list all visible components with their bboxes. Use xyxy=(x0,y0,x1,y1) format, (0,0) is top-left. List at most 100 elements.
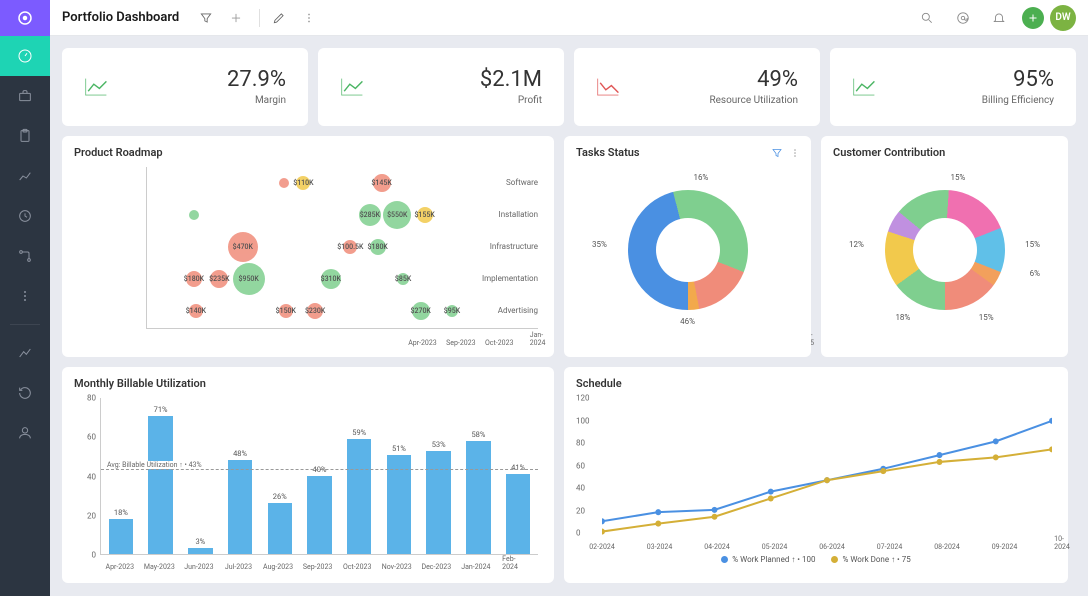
donut-label: 6% xyxy=(1030,269,1040,278)
sidebar-item-time[interactable] xyxy=(0,196,50,236)
workflow-icon xyxy=(17,248,33,264)
sidebar-item-projects[interactable] xyxy=(0,76,50,116)
bubble[interactable]: $180K xyxy=(186,271,202,287)
roadmap-y-label: Advertising xyxy=(468,306,538,315)
bubble[interactable]: $145K xyxy=(373,174,391,192)
filter-button[interactable] xyxy=(193,5,219,31)
donut-label: 46% xyxy=(680,317,695,326)
add-fab[interactable] xyxy=(1022,7,1044,29)
avg-label: Avg: Billable Utilization ↑ • 43% xyxy=(105,461,204,469)
bubble[interactable] xyxy=(279,178,289,188)
x-label: Feb-2024 xyxy=(502,555,529,571)
bar[interactable] xyxy=(426,451,450,554)
sidebar-item-users[interactable] xyxy=(0,413,50,453)
bubble[interactable]: $285K xyxy=(359,204,381,226)
notifications-button[interactable] xyxy=(986,5,1012,31)
bubble[interactable]: $550K xyxy=(383,201,411,229)
sidebar-item-history[interactable] xyxy=(0,373,50,413)
sidebar-item-reports[interactable] xyxy=(0,333,50,373)
donut-label: 15% xyxy=(979,313,994,322)
y-tick: 120 xyxy=(576,394,598,403)
kpi-value: 27.9% xyxy=(227,68,286,92)
bubble[interactable]: $310K xyxy=(321,269,341,289)
bar[interactable] xyxy=(307,476,331,554)
trend-icon xyxy=(17,345,33,361)
search-button[interactable] xyxy=(914,5,940,31)
data-point[interactable] xyxy=(937,452,943,458)
sidebar-item-analytics[interactable] xyxy=(0,156,50,196)
bar-value-label: 41% xyxy=(511,463,525,472)
sidebar-item-more[interactable] xyxy=(0,276,50,316)
sparkline-icon xyxy=(340,76,368,98)
user-avatar[interactable]: DW xyxy=(1050,5,1076,31)
sidebar-item-dashboard[interactable] xyxy=(0,36,50,76)
bubble[interactable]: $950K xyxy=(233,263,265,295)
bubble[interactable]: $100.5K xyxy=(343,240,357,254)
bar[interactable] xyxy=(506,474,530,554)
bar[interactable] xyxy=(228,460,252,554)
product-roadmap-card: Product Roadmap $145K$110K$285K$550K$155… xyxy=(62,136,554,357)
chart-icon xyxy=(17,168,33,184)
data-point[interactable] xyxy=(712,507,718,513)
data-point[interactable] xyxy=(1049,446,1052,452)
bar[interactable] xyxy=(109,519,133,554)
kpi-card[interactable]: 49%Resource Utilization xyxy=(574,48,820,126)
header-more-button[interactable] xyxy=(296,5,322,31)
roadmap-x-label: Jan-2024 xyxy=(530,331,546,347)
data-point[interactable] xyxy=(768,495,774,501)
kpi-card[interactable]: 95%Billing Efficiency xyxy=(830,48,1076,126)
bar[interactable] xyxy=(268,503,292,554)
bar[interactable] xyxy=(466,441,490,554)
data-point[interactable] xyxy=(712,514,718,520)
bubble[interactable] xyxy=(189,210,199,220)
sidebar-item-clipboard[interactable] xyxy=(0,116,50,156)
app-logo[interactable] xyxy=(0,0,50,36)
data-point[interactable] xyxy=(655,509,661,515)
x-label: Jun-2023 xyxy=(184,563,213,571)
bubble[interactable]: $110K xyxy=(296,176,310,190)
schedule-legend: % Work Planned ↑ • 100% Work Done ↑ • 75 xyxy=(576,555,1056,564)
history-icon xyxy=(17,385,33,401)
kpi-card[interactable]: 27.9%Margin xyxy=(62,48,308,126)
legend-item: % Work Done ↑ • 75 xyxy=(831,555,910,564)
bubble[interactable]: $270K xyxy=(412,302,430,320)
bubble[interactable]: $230K xyxy=(307,303,323,319)
bubble[interactable]: $155K xyxy=(417,207,433,223)
bar[interactable] xyxy=(347,439,371,554)
roadmap-x-label: Oct-2023 xyxy=(485,339,513,347)
bubble[interactable]: $180K xyxy=(370,239,386,255)
data-point[interactable] xyxy=(602,529,605,535)
data-point[interactable] xyxy=(655,521,661,527)
data-point[interactable] xyxy=(1049,418,1052,424)
kpi-value: $2.1M xyxy=(480,68,542,92)
customer-contribution-card: Customer Contribution 15%15%6%15%18%12% xyxy=(821,136,1068,357)
bubble[interactable]: $85K xyxy=(397,273,409,285)
data-point[interactable] xyxy=(824,477,830,483)
filter-icon[interactable] xyxy=(771,144,783,163)
x-label: 04-2024 xyxy=(704,543,730,551)
data-point[interactable] xyxy=(993,454,999,460)
data-point[interactable] xyxy=(993,438,999,444)
edit-button[interactable] xyxy=(266,5,292,31)
kpi-card[interactable]: $2.1MProfit xyxy=(318,48,564,126)
sidebar-item-workflow[interactable] xyxy=(0,236,50,276)
mention-button[interactable] xyxy=(950,5,976,31)
add-button[interactable] xyxy=(223,5,249,31)
more-vertical-icon xyxy=(17,288,33,304)
more-vertical-icon[interactable] xyxy=(789,144,801,163)
data-point[interactable] xyxy=(880,468,886,474)
bubble[interactable]: $470K xyxy=(228,232,258,262)
bubble[interactable]: $95K xyxy=(446,305,458,317)
bubble[interactable]: $150K xyxy=(279,304,293,318)
bubble[interactable]: $235K xyxy=(210,270,228,288)
data-point[interactable] xyxy=(768,489,774,495)
bar[interactable] xyxy=(188,548,212,554)
x-label: 08-2024 xyxy=(934,543,960,551)
bar[interactable] xyxy=(148,416,172,554)
data-point[interactable] xyxy=(937,459,943,465)
sidebar-divider xyxy=(10,324,40,325)
x-label: Nov-2023 xyxy=(382,563,412,571)
kpi-label: Billing Efficiency xyxy=(982,95,1054,106)
data-point[interactable] xyxy=(602,518,605,524)
bubble[interactable]: $140K xyxy=(189,304,203,318)
